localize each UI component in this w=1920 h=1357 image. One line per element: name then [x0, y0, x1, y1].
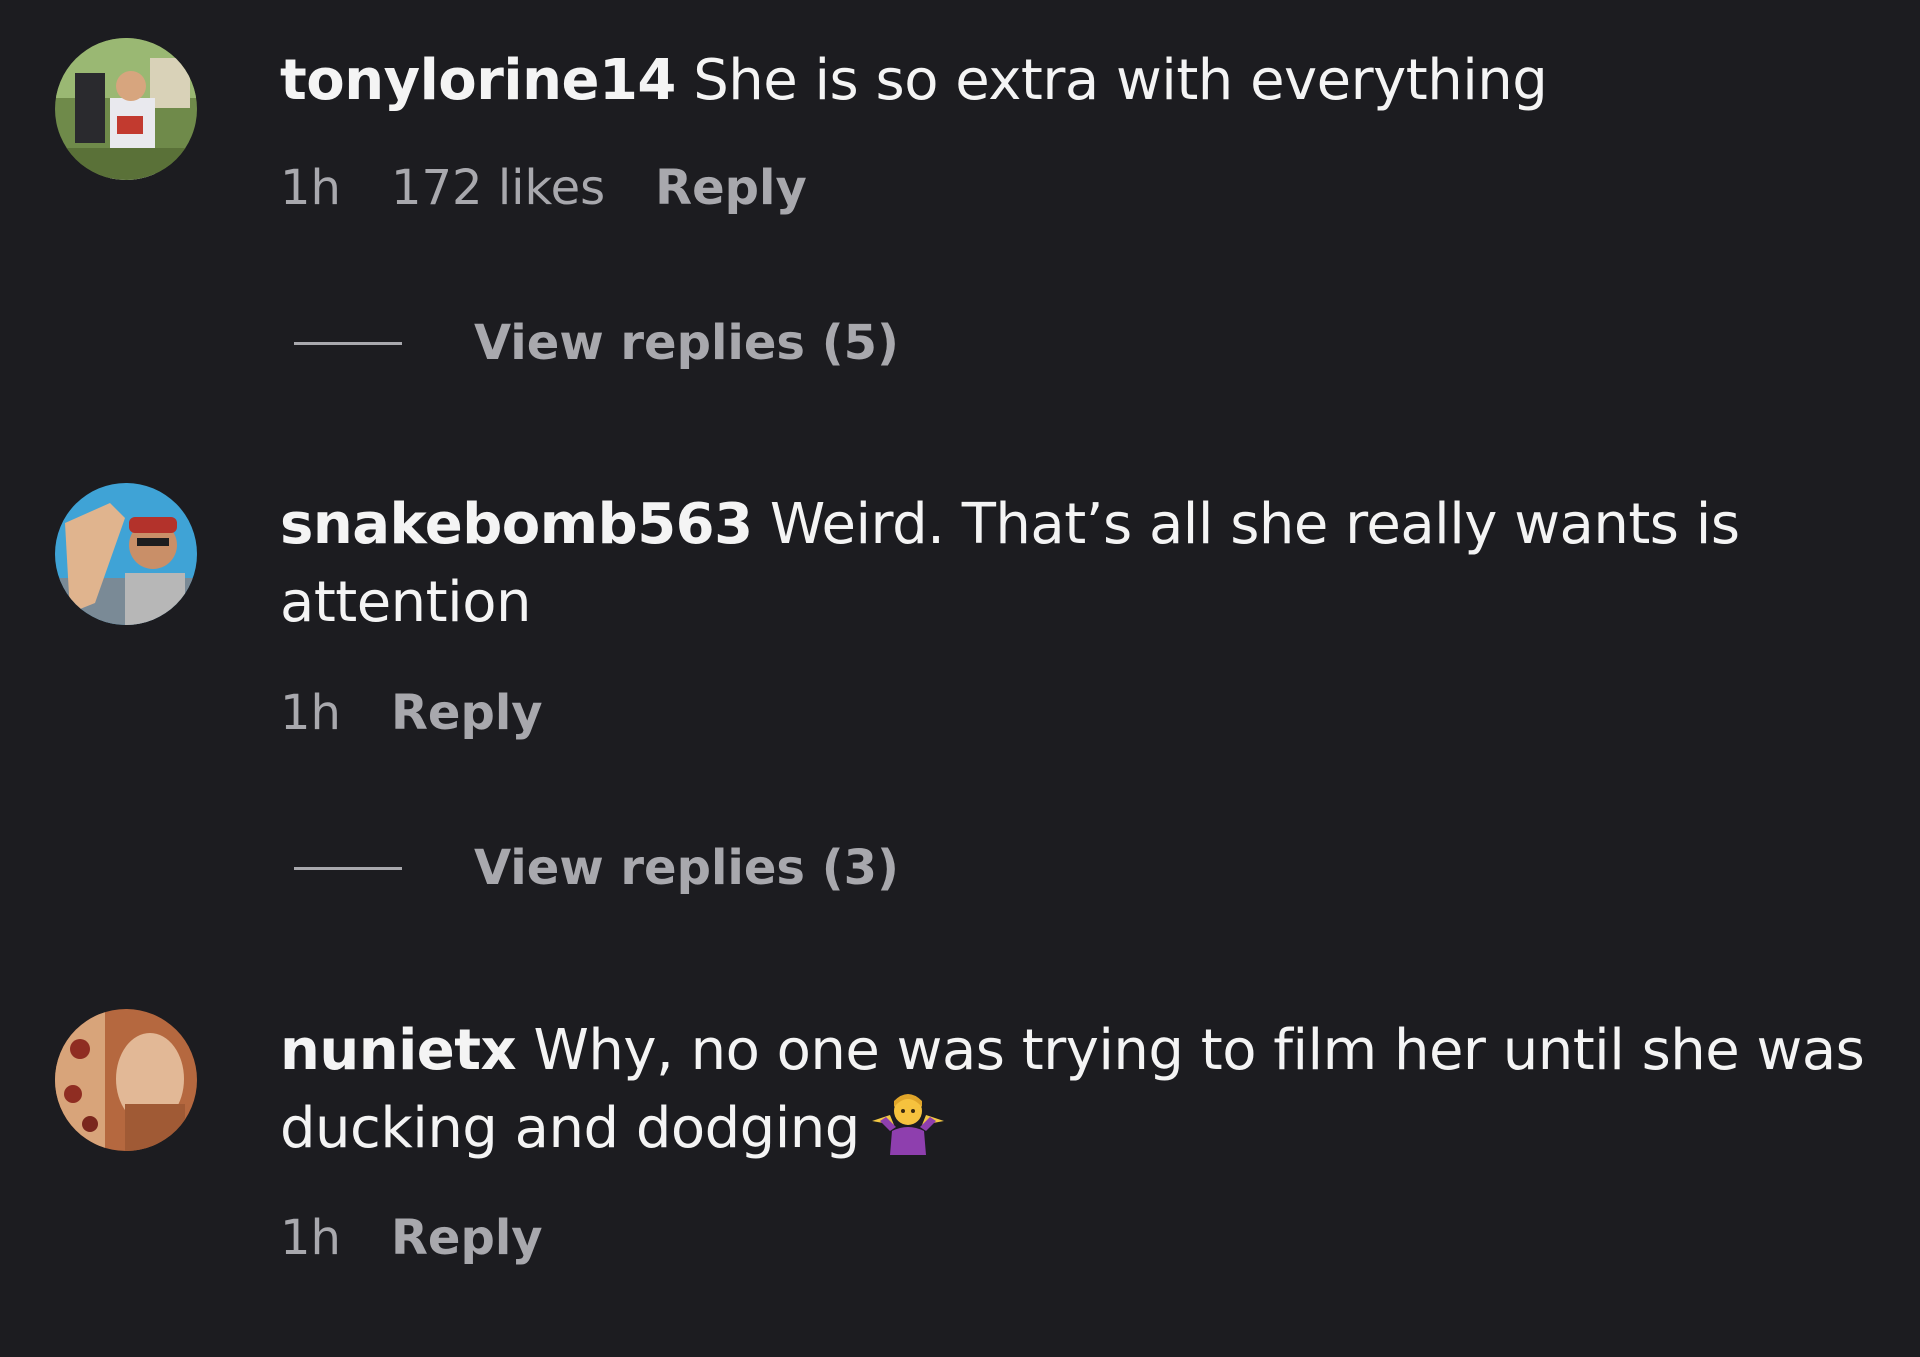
avatar-photo-icon [55, 1009, 197, 1151]
comment-username[interactable]: tonylorine14 [280, 48, 676, 113]
comment-body: Why, no one was trying to film her until… [280, 1018, 1865, 1161]
comment-text: nunietx Why, no one was trying to film h… [280, 1012, 1890, 1176]
view-replies-label: View replies (3) [474, 840, 899, 896]
comment-text: snakebomb563 Weird. That’s all she reall… [280, 486, 1890, 642]
comment-time: 1h [280, 160, 341, 216]
woman-shrugging-emoji-icon [868, 1091, 948, 1176]
comment-time: 1h [280, 685, 341, 741]
avatar-photo-icon [55, 483, 197, 625]
view-replies-button[interactable]: View replies (5) [294, 313, 899, 373]
comment-body: She is so extra with everything [693, 48, 1548, 113]
comment-username[interactable]: snakebomb563 [280, 492, 753, 557]
reply-button[interactable]: Reply [655, 160, 807, 216]
comment-meta: 1h Reply [280, 683, 593, 743]
reply-button[interactable]: Reply [391, 1210, 543, 1266]
comment-meta: 1h 172 likes Reply [280, 158, 857, 218]
avatar[interactable] [55, 1009, 197, 1151]
comment-time: 1h [280, 1210, 341, 1266]
replies-divider-line [294, 866, 402, 870]
comment-text: tonylorine14 She is so extra with everyt… [280, 42, 1890, 120]
avatar[interactable] [55, 38, 197, 180]
avatar[interactable] [55, 483, 197, 625]
avatar-photo-icon [55, 38, 197, 180]
view-replies-button[interactable]: View replies (3) [294, 838, 899, 898]
replies-divider-line [294, 341, 402, 345]
comment-likes[interactable]: 172 likes [391, 160, 605, 216]
view-replies-label: View replies (5) [474, 315, 899, 371]
comment-username[interactable]: nunietx [280, 1018, 517, 1083]
reply-button[interactable]: Reply [391, 685, 543, 741]
comment-meta: 1h Reply [280, 1208, 593, 1268]
